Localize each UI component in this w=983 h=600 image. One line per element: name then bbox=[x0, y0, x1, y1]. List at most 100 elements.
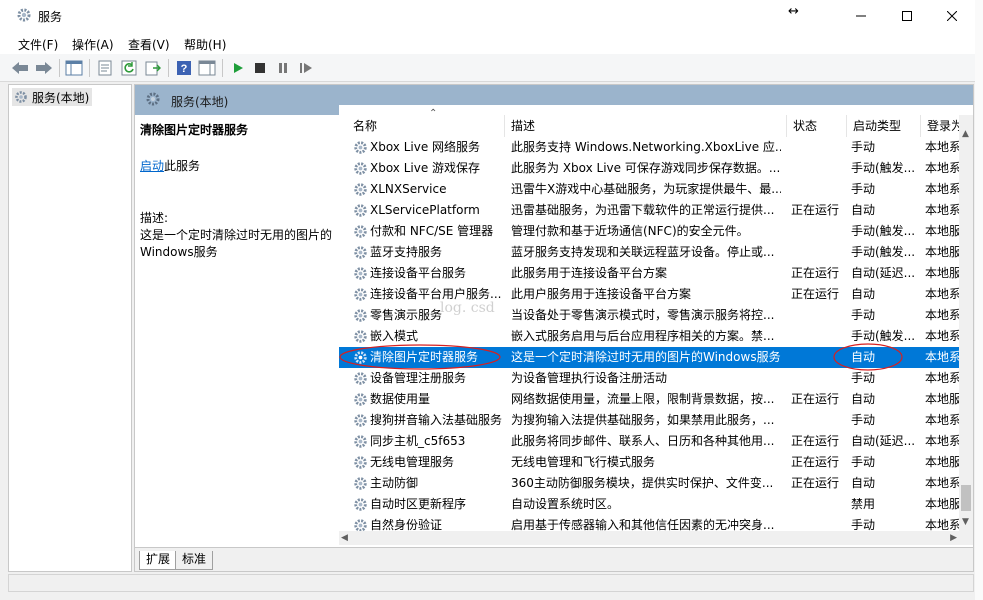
menu-file[interactable]: 文件(F) bbox=[18, 36, 58, 53]
table-row[interactable]: 自动时区更新程序 自动设置系统时区。 禁用 本地服 bbox=[339, 494, 973, 515]
column-header-startup-type[interactable]: 启动类型 bbox=[847, 115, 921, 137]
service-description: 管理付款和基于近场通信(NFC)的安全元件。 bbox=[511, 224, 749, 238]
start-service-button[interactable] bbox=[228, 58, 248, 78]
service-name-cell: XLNXService bbox=[353, 179, 505, 200]
horizontal-scrollbar[interactable]: ◀ ▶ bbox=[339, 531, 959, 545]
start-service-link[interactable]: 启动 bbox=[140, 159, 164, 173]
menu-action[interactable]: 操作(A) bbox=[72, 36, 114, 53]
vertical-scroll-thumb[interactable] bbox=[961, 485, 971, 511]
service-status bbox=[791, 494, 847, 515]
toolbar-separator bbox=[89, 59, 90, 77]
service-status bbox=[791, 347, 847, 368]
service-description: 迅雷基础服务，为迅雷下载软件的正常运行提供... bbox=[511, 203, 775, 217]
console-tree: 服务(本地) bbox=[8, 84, 132, 572]
service-startup-type: 手动(触发... bbox=[851, 329, 916, 343]
table-row[interactable]: 设备管理注册服务 为设备管理执行设备注册活动 手动 本地系 bbox=[339, 368, 973, 389]
service-name: 连接设备平台服务 bbox=[370, 266, 467, 280]
column-header-name[interactable]: 名称 ⌃ bbox=[347, 108, 505, 137]
service-startup-type: 手动(触发... bbox=[851, 161, 916, 175]
table-row[interactable]: Xbox Live 网络服务 此服务支持 Windows.Networking.X… bbox=[339, 137, 973, 158]
help-button[interactable]: ? bbox=[174, 58, 194, 78]
column-header-description[interactable]: 描述 bbox=[505, 115, 787, 137]
scroll-right-icon[interactable]: ▶ bbox=[950, 533, 957, 543]
scroll-left-icon[interactable]: ◀ bbox=[341, 533, 348, 543]
service-startup-type: 手动 bbox=[851, 140, 876, 154]
export-icon bbox=[145, 61, 161, 76]
table-row[interactable]: 搜狗拼音输入法基础服务 为搜狗输入法提供基础服务，如果禁用此服务，... 手动 本地系 bbox=[339, 410, 973, 431]
help-icon: ? bbox=[177, 61, 191, 75]
back-button[interactable] bbox=[10, 58, 30, 78]
service-name-cell: 主动防御 bbox=[353, 473, 505, 494]
service-status: 正在运行 bbox=[791, 455, 840, 469]
pause-service-button[interactable] bbox=[273, 58, 293, 78]
menu-bar: 文件(F) 操作(A) 查看(V) 帮助(H) bbox=[0, 32, 975, 54]
tree-item-services-local[interactable]: 服务(本地) bbox=[12, 88, 93, 106]
service-gear-icon bbox=[354, 309, 367, 322]
table-row[interactable]: 数据使用量 网络数据使用量，流量上限，限制背景数据，按... 正在运行 自动 本地服 bbox=[339, 389, 973, 410]
table-row[interactable]: 零售演示服务 当设备处于零售演示模式时，零售演示服务将控... 手动 本地系 bbox=[339, 305, 973, 326]
table-row[interactable]: 付款和 NFC/SE 管理器 管理付款和基于近场通信(NFC)的安全元件。 手动(触… bbox=[339, 221, 973, 242]
service-gear-icon bbox=[354, 246, 367, 259]
resize-cursor-icon: ↔ bbox=[788, 4, 799, 19]
service-name-cell: 同步主机_c5f653 bbox=[353, 431, 505, 452]
service-name-cell: 付款和 NFC/SE 管理器 bbox=[353, 221, 505, 242]
service-status: 正在运行 bbox=[791, 392, 840, 406]
tab-standard[interactable]: 标准 bbox=[175, 551, 214, 570]
show-action-pane-button[interactable] bbox=[197, 58, 217, 78]
service-gear-icon bbox=[354, 141, 367, 154]
service-status: 正在运行 bbox=[791, 476, 840, 490]
table-row[interactable]: 同步主机_c5f653 此服务将同步邮件、联系人、日历和各种其他用... 正在运行自… bbox=[339, 431, 973, 452]
service-name-cell: 数据使用量 bbox=[353, 389, 505, 410]
service-status: 正在运行 bbox=[791, 434, 840, 448]
service-description: 自动设置系统时区。 bbox=[511, 497, 620, 511]
properties-button[interactable] bbox=[95, 58, 115, 78]
service-name: 无线电管理服务 bbox=[370, 455, 455, 469]
service-startup-type: 自动 bbox=[851, 287, 876, 301]
stop-service-button[interactable] bbox=[250, 58, 270, 78]
play-icon bbox=[234, 63, 243, 73]
menu-help[interactable]: 帮助(H) bbox=[184, 36, 226, 53]
scroll-up-icon[interactable]: ▲ bbox=[962, 129, 969, 139]
column-header-status[interactable]: 状态 bbox=[787, 115, 847, 137]
service-status bbox=[791, 410, 847, 431]
scroll-down-icon[interactable]: ▼ bbox=[962, 517, 969, 527]
minimize-button[interactable] bbox=[838, 0, 884, 32]
table-row[interactable]: 蓝牙支持服务 蓝牙服务支持发现和关联远程蓝牙设备。停止或... 手动(触发... 本地… bbox=[339, 242, 973, 263]
arrow-right-icon bbox=[36, 62, 52, 74]
table-row[interactable]: 连接设备平台服务 此服务用于连接设备平台方案 正在运行 自动(延迟... 本地服 bbox=[339, 263, 973, 284]
service-name: 零售演示服务 bbox=[370, 308, 443, 322]
table-row[interactable]: 连接设备平台用户服务... 此用户服务用于连接设备平台方案 正在运行 自动 本地系 bbox=[339, 284, 973, 305]
service-description: 此服务支持 Windows.Networking.XboxLive 应... bbox=[511, 140, 781, 154]
service-description: 迅雷牛X游戏中心基础服务，为玩家提供最牛、最... bbox=[511, 182, 781, 196]
table-row[interactable]: XLNXService 迅雷牛X游戏中心基础服务，为玩家提供最牛、最... 手动 本地… bbox=[339, 179, 973, 200]
service-status bbox=[791, 326, 847, 347]
maximize-button[interactable] bbox=[884, 0, 930, 32]
description-label: 描述: bbox=[140, 211, 169, 225]
start-service-suffix: 此服务 bbox=[164, 159, 201, 173]
service-gear-icon bbox=[354, 456, 367, 469]
export-list-button[interactable] bbox=[143, 58, 163, 78]
service-status: 正在运行 bbox=[791, 287, 840, 301]
status-bar bbox=[8, 574, 974, 592]
service-name: 嵌入模式 bbox=[370, 329, 419, 343]
table-row-selected[interactable]: 清除图片定时器服务 这是一个定时清除过时无用的图片的Windows服务 自动 本地系 bbox=[339, 347, 973, 368]
service-description: 此服务用于连接设备平台方案 bbox=[511, 266, 668, 280]
toolbar-separator bbox=[168, 59, 169, 77]
table-row[interactable]: 无线电管理服务 无线电管理和飞行模式服务 正在运行 手动 本地服 bbox=[339, 452, 973, 473]
service-startup-type: 手动 bbox=[851, 455, 876, 469]
service-status: 正在运行 bbox=[791, 203, 840, 217]
show-hide-tree-button[interactable] bbox=[64, 58, 84, 78]
menu-view[interactable]: 查看(V) bbox=[128, 36, 170, 53]
forward-button[interactable] bbox=[34, 58, 54, 78]
vertical-scrollbar[interactable]: ▲ ▼ bbox=[959, 115, 973, 545]
service-detail-pane: 清除图片定时器服务 启动此服务 描述: 这是一个定时清除过时无用的图片的Wind… bbox=[135, 115, 339, 545]
table-row[interactable]: 嵌入模式 嵌入式服务启用与后台应用程序相关的方案。禁... 手动(触发... 本地系 bbox=[339, 326, 973, 347]
table-row[interactable]: XLServicePlatform 迅雷基础服务，为迅雷下载软件的正常运行提供..… bbox=[339, 200, 973, 221]
refresh-button[interactable] bbox=[119, 58, 139, 78]
table-row[interactable]: 主动防御 360主动防御服务模块，提供实时保护、文件变... 正在运行 自动 本地系 bbox=[339, 473, 973, 494]
close-button[interactable] bbox=[929, 0, 975, 32]
restart-service-button[interactable] bbox=[296, 58, 316, 78]
tab-extended[interactable]: 扩展 bbox=[139, 551, 178, 570]
table-row[interactable]: Xbox Live 游戏保存 此服务为 Xbox Live 可保存游戏同步保存数据… bbox=[339, 158, 973, 179]
service-name: 付款和 NFC/SE 管理器 bbox=[370, 224, 494, 238]
